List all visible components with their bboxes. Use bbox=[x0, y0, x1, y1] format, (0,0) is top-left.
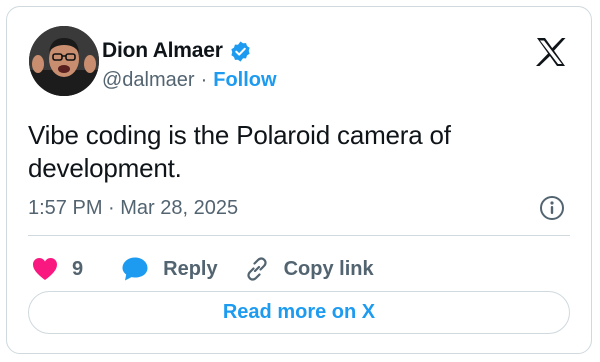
tweet-timestamp[interactable]: 1:57 PM · Mar 28, 2025 bbox=[28, 197, 238, 220]
copy-link-label: Copy link bbox=[283, 257, 374, 280]
avatar[interactable] bbox=[29, 26, 99, 96]
action-bar: 9 Reply Copy link bbox=[32, 253, 374, 285]
read-more-button[interactable]: Read more on X bbox=[28, 291, 570, 334]
tweet-text: Vibe coding is the Polaroid camera of de… bbox=[28, 120, 451, 183]
author-name-row: Dion Almaer bbox=[102, 37, 252, 65]
verified-badge-icon bbox=[229, 40, 252, 63]
author-handle[interactable]: @dalmaer bbox=[102, 69, 195, 92]
link-icon bbox=[246, 257, 267, 281]
like-count: 9 bbox=[72, 257, 84, 280]
like-button[interactable]: 9 bbox=[32, 257, 83, 281]
info-icon[interactable] bbox=[539, 195, 565, 221]
reply-label: Reply bbox=[163, 257, 218, 280]
follow-link[interactable]: Follow bbox=[213, 69, 276, 92]
avatar-photo-icon bbox=[29, 26, 99, 96]
author-handle-row: @dalmaer · Follow bbox=[102, 66, 277, 94]
handle-separator: · bbox=[200, 68, 208, 91]
speech-bubble-icon bbox=[122, 257, 148, 281]
reply-button[interactable]: Reply bbox=[121, 256, 218, 282]
x-logo-icon[interactable] bbox=[535, 37, 567, 67]
heart-icon bbox=[33, 258, 57, 280]
copy-link-button[interactable]: Copy link bbox=[244, 256, 374, 282]
tweet-card: Dion Almaer @dalmaer · Follow Vibe codin… bbox=[6, 6, 592, 354]
divider bbox=[28, 235, 570, 236]
author-display-name[interactable]: Dion Almaer bbox=[102, 39, 223, 63]
